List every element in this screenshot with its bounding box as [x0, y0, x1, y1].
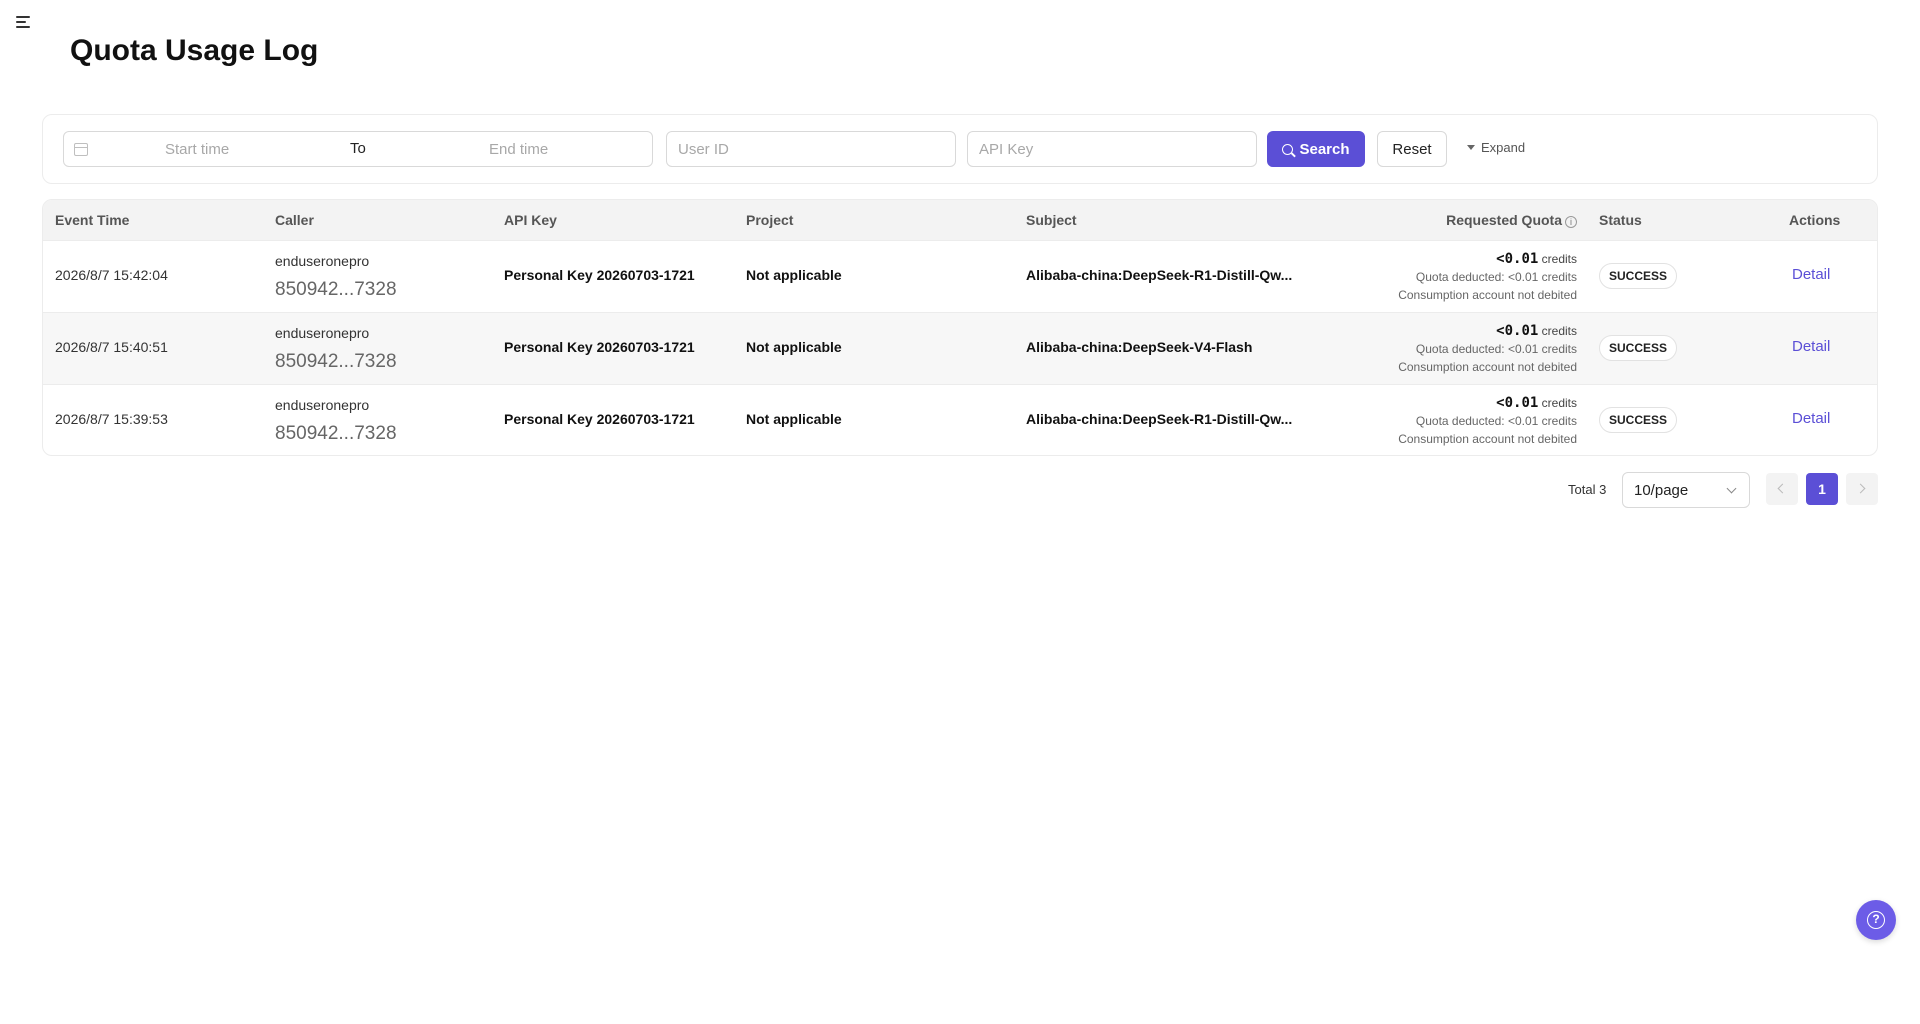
calendar-icon [74, 143, 88, 156]
chevron-right-icon [1855, 483, 1866, 494]
event-time: 2026/8/7 15:39:53 [55, 411, 168, 427]
pagination-total: Total 3 [1568, 482, 1607, 497]
page-size-select[interactable]: 10/page [1622, 472, 1750, 508]
help-icon: ? [1867, 911, 1885, 929]
column-header-event-time: Event Time [55, 212, 130, 228]
detail-link[interactable]: Detail [1792, 338, 1830, 355]
chevron-down-icon [1726, 483, 1737, 494]
requested-quota: <0.01 credits Quota deducted: <0.01 cred… [1398, 323, 1577, 374]
status-badge: SUCCESS [1599, 263, 1678, 289]
page-title: Quota Usage Log [70, 34, 319, 67]
caller-id: 850942...7328 [275, 279, 397, 300]
subject-name: Alibaba-china:DeepSeek-R1-Distill-Qw... [1026, 411, 1293, 427]
table-header: Event Time Caller API Key Project Subjec… [43, 200, 1877, 240]
user-id-input[interactable] [666, 131, 956, 167]
date-range-picker[interactable]: Start time To End time [63, 131, 653, 167]
subject-name: Alibaba-china:DeepSeek-V4-Flash [1026, 339, 1253, 355]
subject-name: Alibaba-china:DeepSeek-R1-Distill-Qw... [1026, 267, 1293, 283]
column-header-caller: Caller [275, 212, 314, 228]
reset-button[interactable]: Reset [1377, 131, 1447, 167]
api-key-name: Personal Key 20260703-1721 [504, 339, 695, 355]
column-header-subject: Subject [1026, 212, 1077, 228]
caller-name: enduseronepro [275, 325, 370, 341]
caller-name: enduseronepro [275, 397, 370, 413]
quota-log-table: Event Time Caller API Key Project Subjec… [42, 199, 1878, 456]
column-header-project: Project [746, 212, 794, 228]
requested-quota: <0.01 credits Quota deducted: <0.01 cred… [1398, 251, 1577, 302]
caller-name: enduseronepro [275, 253, 370, 269]
page-number-button[interactable]: 1 [1806, 473, 1838, 505]
detail-link[interactable]: Detail [1792, 266, 1830, 283]
date-range-separator: To [350, 140, 366, 157]
event-time: 2026/8/7 15:40:51 [55, 339, 168, 355]
column-header-requested-quota: Requested Quota i [1446, 212, 1577, 228]
start-time-placeholder[interactable]: Start time [165, 141, 229, 158]
prev-page-button[interactable] [1766, 473, 1798, 505]
column-header-actions: Actions [1789, 212, 1841, 228]
project-name: Not applicable [746, 267, 842, 283]
next-page-button[interactable] [1846, 473, 1878, 505]
info-icon[interactable]: i [1565, 216, 1577, 228]
caret-down-icon [1467, 145, 1475, 150]
column-header-api-key: API Key [504, 212, 557, 228]
status-badge: SUCCESS [1599, 407, 1678, 433]
project-name: Not applicable [746, 411, 842, 427]
status-badge: SUCCESS [1599, 335, 1678, 361]
menu-toggle-icon[interactable] [16, 16, 30, 28]
detail-link[interactable]: Detail [1792, 410, 1830, 427]
api-key-name: Personal Key 20260703-1721 [504, 411, 695, 427]
table-row: 2026/8/7 15:42:04 enduseronepro 850942..… [43, 240, 1877, 312]
column-header-status: Status [1599, 212, 1642, 228]
caller-id: 850942...7328 [275, 351, 397, 372]
caller-id: 850942...7328 [275, 423, 397, 444]
search-icon [1282, 143, 1294, 155]
project-name: Not applicable [746, 339, 842, 355]
expand-toggle[interactable]: Expand [1467, 140, 1525, 155]
help-button[interactable]: ? [1856, 900, 1896, 940]
filter-panel: Start time To End time Search Reset Expa… [42, 114, 1878, 184]
api-key-input[interactable] [967, 131, 1257, 167]
chevron-left-icon [1777, 483, 1788, 494]
search-button[interactable]: Search [1267, 131, 1365, 167]
table-row: 2026/8/7 15:39:53 enduseronepro 850942..… [43, 384, 1877, 455]
event-time: 2026/8/7 15:42:04 [55, 267, 168, 283]
requested-quota: <0.01 credits Quota deducted: <0.01 cred… [1398, 395, 1577, 446]
api-key-name: Personal Key 20260703-1721 [504, 267, 695, 283]
end-time-placeholder[interactable]: End time [489, 141, 548, 158]
table-row: 2026/8/7 15:40:51 enduseronepro 850942..… [43, 312, 1877, 384]
